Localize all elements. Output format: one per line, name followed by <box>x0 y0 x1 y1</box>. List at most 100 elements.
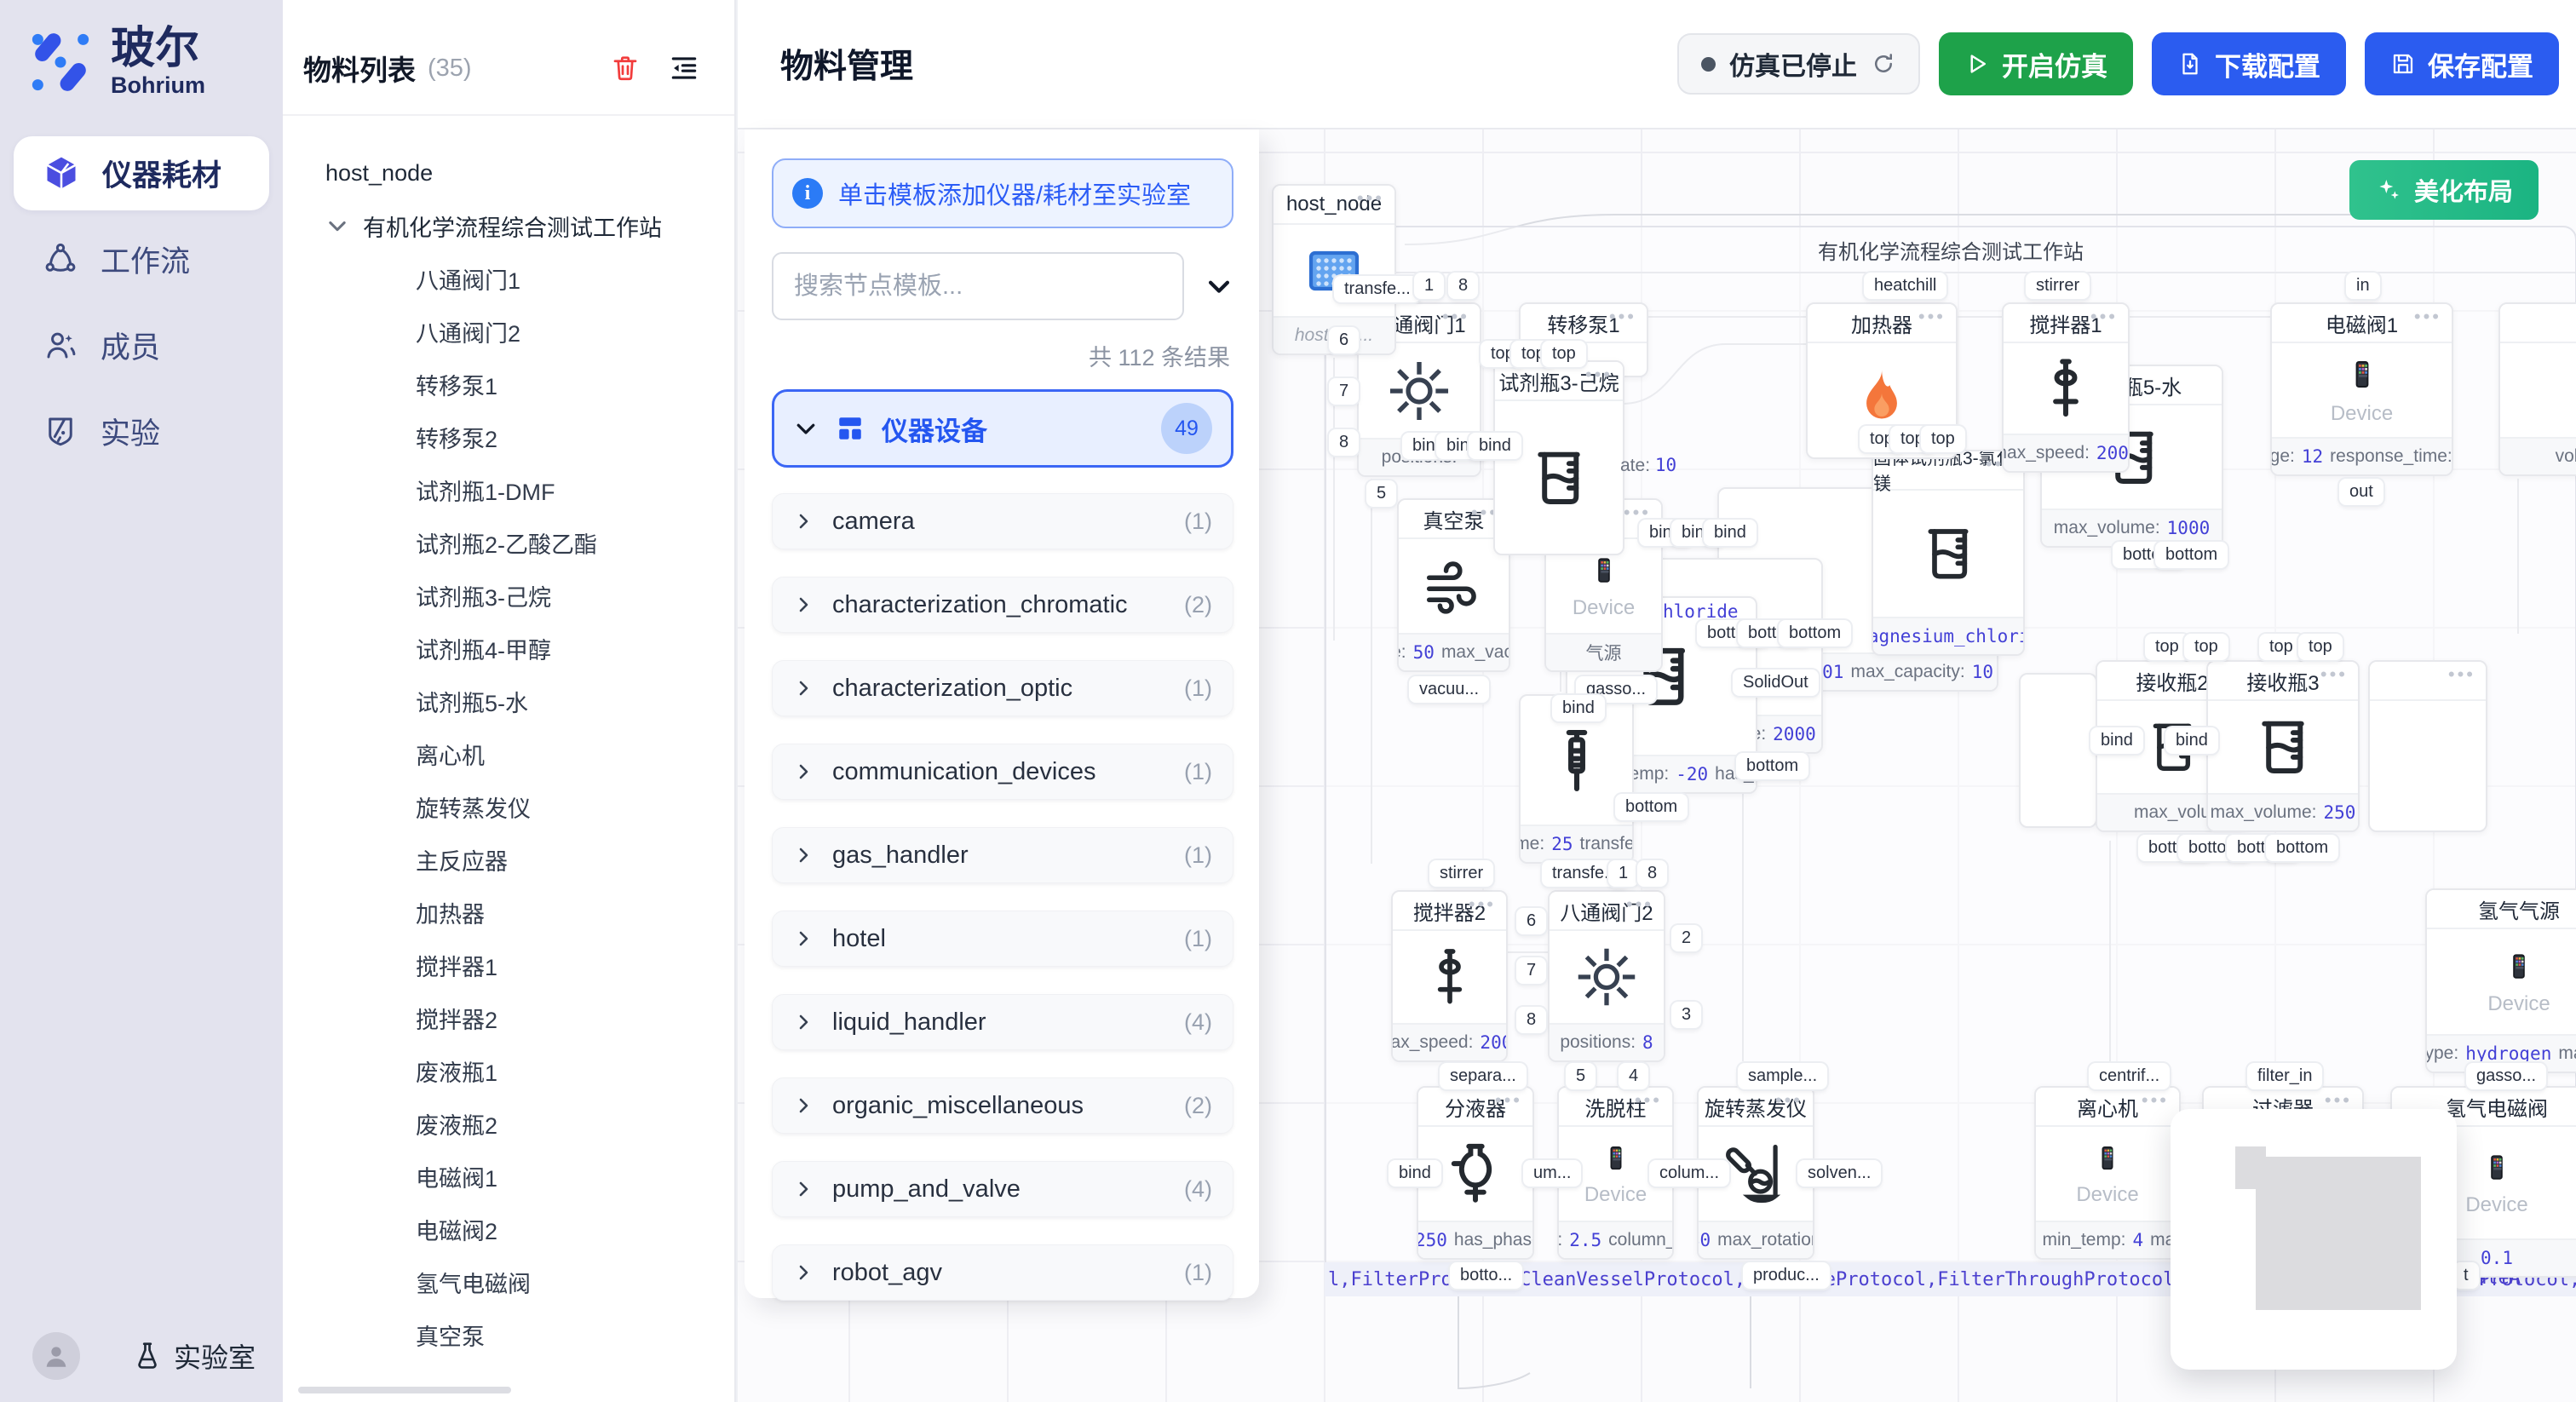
template-category-characterization-chromatic[interactable]: characterization_chromatic (2) <box>772 577 1233 633</box>
port-pill[interactable]: bind <box>2165 727 2218 754</box>
port-pill[interactable]: bind <box>1552 695 1605 721</box>
port-pill[interactable]: filter_in <box>2247 1063 2322 1089</box>
node-menu-icon[interactable]: ••• <box>2090 306 2118 328</box>
node-menu-icon[interactable]: ••• <box>1442 306 1469 328</box>
port-pill[interactable]: top <box>2298 634 2343 660</box>
node-menu-icon[interactable]: ••• <box>1635 1089 1662 1112</box>
port-pill[interactable]: 8 <box>1637 860 1667 887</box>
template-category-gas-handler[interactable]: gas_handler (1) <box>772 827 1233 883</box>
canvas-node-valve2[interactable]: 八通阀门2••• positions:8 <box>1548 890 1665 1062</box>
port-pill[interactable]: bind <box>1469 433 1521 459</box>
port-pill[interactable]: 2 <box>1671 925 1701 951</box>
canvas-node-solid3[interactable]: 固体试剂瓶3-氯化镁••• agent:magnesium_chloride p… <box>1872 450 2025 656</box>
port-pill[interactable]: bottom <box>1615 794 1688 820</box>
canvas-node-stirrer2[interactable]: 搅拌器2••• max_speed:2000 <box>1391 890 1508 1062</box>
search-input[interactable] <box>772 252 1184 320</box>
port-pill[interactable]: transfe... <box>1334 276 1421 302</box>
tree-item[interactable]: 电磁阀2 <box>325 1203 734 1255</box>
port-pill[interactable]: 7 <box>1516 957 1546 984</box>
collapse-list-icon[interactable] <box>668 52 700 84</box>
port-pill[interactable]: bottom <box>1736 753 1808 779</box>
canvas-node-receiver3[interactable]: 接收瓶3••• max_volume:250 <box>2206 660 2360 832</box>
port-pill[interactable]: vacuu... <box>1409 676 1489 703</box>
port-pill[interactable]: heatchill <box>1864 273 1946 299</box>
node-menu-icon[interactable]: ••• <box>1918 306 1946 328</box>
collapse-panel-icon[interactable] <box>1205 272 1233 301</box>
port-pill[interactable]: stirrer <box>2026 273 2090 299</box>
template-category-liquid-handler[interactable]: liquid_handler (4) <box>772 994 1233 1050</box>
tree-item[interactable]: 废液瓶1 <box>325 1044 734 1097</box>
port-pill[interactable]: 5 <box>1366 480 1396 507</box>
tree-item[interactable]: 八通阀门2 <box>325 305 734 358</box>
port-pill[interactable]: in <box>2346 273 2380 299</box>
port-pill[interactable]: 1 <box>1414 273 1444 299</box>
port-pill[interactable]: bind <box>1389 1160 1441 1187</box>
node-menu-icon[interactable]: ••• <box>1357 187 1384 210</box>
trash-icon[interactable] <box>610 53 641 83</box>
port-pill[interactable]: 8 <box>1516 1007 1546 1033</box>
port-pill[interactable]: bottom <box>1779 620 1851 646</box>
refresh-icon[interactable] <box>1871 51 1896 77</box>
port-pill[interactable]: 6 <box>1329 327 1359 353</box>
template-category-organic-miscellaneous[interactable]: organic_miscellaneous (2) <box>772 1077 1233 1134</box>
tree-item[interactable]: 试剂瓶1-DMF <box>325 463 734 516</box>
sidebar-item-members[interactable]: 成员 <box>14 308 269 382</box>
template-category-communication-devices[interactable]: communication_devices (1) <box>772 744 1233 800</box>
tree-item[interactable]: 旋转蒸发仪 <box>325 780 734 833</box>
template-category-characterization-optic[interactable]: characterization_optic (1) <box>772 660 1233 716</box>
template-category-pump-and-valve[interactable]: pump_and_valve (4) <box>772 1161 1233 1217</box>
tree-item[interactable]: 试剂瓶3-己烷 <box>325 569 734 622</box>
port-pill[interactable]: 6 <box>1516 908 1546 934</box>
port-pill[interactable]: botto... <box>1450 1262 1522 1289</box>
port-pill[interactable]: out <box>2339 479 2383 505</box>
port-pill[interactable]: gasso... <box>2466 1063 2546 1089</box>
node-menu-icon[interactable]: ••• <box>2320 664 2348 686</box>
tree-group[interactable]: 有机化学流程综合测试工作站 <box>325 199 734 252</box>
save-config-button[interactable]: 保存配置 <box>2365 32 2559 95</box>
tree-item[interactable]: 转移泵1 <box>325 358 734 411</box>
node-menu-icon[interactable]: ••• <box>1609 306 1636 328</box>
port-pill[interactable]: bottom <box>2155 542 2228 568</box>
node-menu-icon[interactable]: ••• <box>1626 893 1653 916</box>
node-menu-icon[interactable]: ••• <box>1469 893 1496 916</box>
tree-item[interactable]: 试剂瓶4-甲醇 <box>325 622 734 675</box>
tree-item[interactable]: 试剂瓶2-乙酸乙酯 <box>325 516 734 569</box>
port-pill[interactable]: top <box>2145 634 2189 660</box>
port-pill[interactable]: um... <box>1523 1160 1581 1187</box>
template-category-hotel[interactable]: hotel (1) <box>772 911 1233 967</box>
horizontal-scrollbar[interactable] <box>298 1387 511 1393</box>
tree-item[interactable]: 搅拌器1 <box>325 939 734 991</box>
tree-item[interactable]: 电磁阀1 <box>325 1150 734 1203</box>
port-pill[interactable]: solven... <box>1797 1160 1881 1187</box>
port-pill[interactable]: centrif... <box>2089 1063 2170 1089</box>
tree-item[interactable]: 搅拌器2 <box>325 991 734 1044</box>
canvas-node-stirrer1[interactable]: 搅拌器1••• max_speed:2000 <box>2002 302 2130 473</box>
canvas-node-h2-source[interactable]: 氢气气源 Device _type:hydrogen max_pre <box>2425 888 2576 1073</box>
port-pill[interactable]: produc... <box>1743 1262 1830 1289</box>
port-pill[interactable]: top <box>2259 634 2303 660</box>
node-menu-icon[interactable]: ••• <box>2142 1089 2169 1112</box>
user-avatar[interactable] <box>32 1332 80 1380</box>
node-menu-icon[interactable]: ••• <box>2448 664 2475 686</box>
port-pill[interactable]: 7 <box>1329 378 1359 405</box>
port-pill[interactable]: 4 <box>1619 1063 1648 1089</box>
sidebar-item-workflow[interactable]: 工作流 <box>14 222 269 296</box>
canvas-node-centrifuge[interactable]: 离心机••• Device g:40 min_temp:4 max_spe <box>2034 1086 2181 1260</box>
port-pill[interactable]: 8 <box>1448 273 1478 299</box>
port-pill[interactable]: 3 <box>1671 1002 1701 1028</box>
tree-item[interactable]: 离心机 <box>325 727 734 780</box>
tree-item[interactable]: 氢气电磁阀 <box>325 1255 734 1308</box>
tree-item[interactable]: 加热器 <box>325 886 734 939</box>
port-pill[interactable]: SolidOut <box>1733 669 1819 696</box>
port-pill[interactable]: bind <box>1704 520 1757 546</box>
download-config-button[interactable]: 下载配置 <box>2152 32 2346 95</box>
tree-item[interactable]: 试剂瓶5-水 <box>325 675 734 727</box>
port-pill[interactable]: stirrer <box>1429 860 1493 887</box>
sidebar-item-instruments[interactable]: 仪器耗材 <box>14 136 269 210</box>
port-pill[interactable]: t <box>2453 1262 2479 1289</box>
canvas-node-solenoid2[interactable]: voltage:12 <box>2498 302 2576 476</box>
tree-item-root[interactable]: host_node <box>325 147 734 199</box>
template-category-robot-agv[interactable]: robot_agv (1) <box>772 1244 1233 1301</box>
template-category-camera[interactable]: camera (1) <box>772 493 1233 549</box>
canvas-node-hidden[interactable] <box>2019 673 2097 828</box>
